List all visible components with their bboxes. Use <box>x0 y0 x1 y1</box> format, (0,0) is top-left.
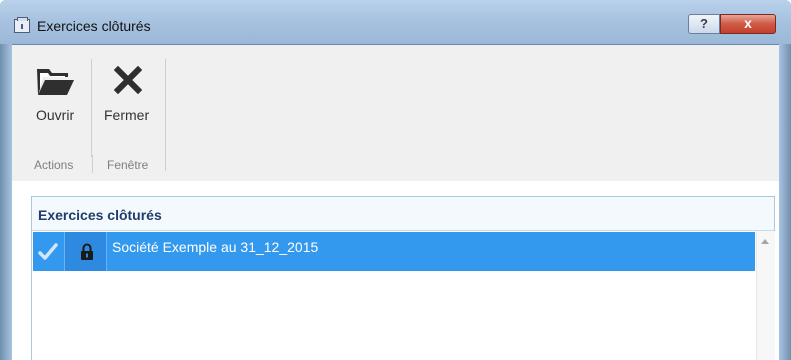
help-button[interactable]: ? <box>688 14 720 34</box>
window-title: Exercices clôturés <box>37 18 151 34</box>
folder-open-icon <box>37 69 74 95</box>
grid-header-title: Exercices clôturés <box>38 207 162 223</box>
content-area: Exercices clôturés Société Exemple au 31… <box>12 181 779 360</box>
checkmark-icon <box>38 243 58 260</box>
closed-years-grid: Exercices clôturés Société Exemple au 31… <box>31 196 775 360</box>
open-button-label: Ouvrir <box>36 107 75 123</box>
grid-header: Exercices clôturés <box>32 197 774 231</box>
ribbon-group-separator <box>165 59 166 171</box>
close-button-label: Fermer <box>104 107 150 123</box>
ribbon-toolbar: Ouvrir Fermer Actions Fenêtre <box>12 45 779 181</box>
vertical-scrollbar[interactable] <box>756 231 775 360</box>
lock-icon <box>81 243 93 260</box>
row-label: Société Exemple au 31_12_2015 <box>112 239 319 255</box>
window-frame-left <box>0 44 12 360</box>
window-frame-right <box>779 44 791 360</box>
open-button[interactable]: Ouvrir <box>12 45 90 157</box>
row-check-cell[interactable] <box>33 232 63 271</box>
scroll-up-arrow-icon[interactable] <box>761 239 769 244</box>
group-label-fenetre: Fenêtre <box>107 158 149 172</box>
table-row[interactable]: Société Exemple au 31_12_2015 <box>33 232 755 271</box>
window-icon <box>14 17 30 33</box>
close-window-button[interactable]: x <box>720 14 776 34</box>
group-label-actions: Actions <box>34 158 74 172</box>
close-button[interactable]: Fermer <box>92 45 162 157</box>
row-lock-cell <box>64 232 107 271</box>
close-x-icon <box>114 66 142 94</box>
title-bar[interactable]: Exercices clôturés ? x <box>0 0 791 45</box>
group-label-separator <box>92 155 93 173</box>
window: Exercices clôturés ? x Ouvrir Fermer Act… <box>0 0 791 360</box>
